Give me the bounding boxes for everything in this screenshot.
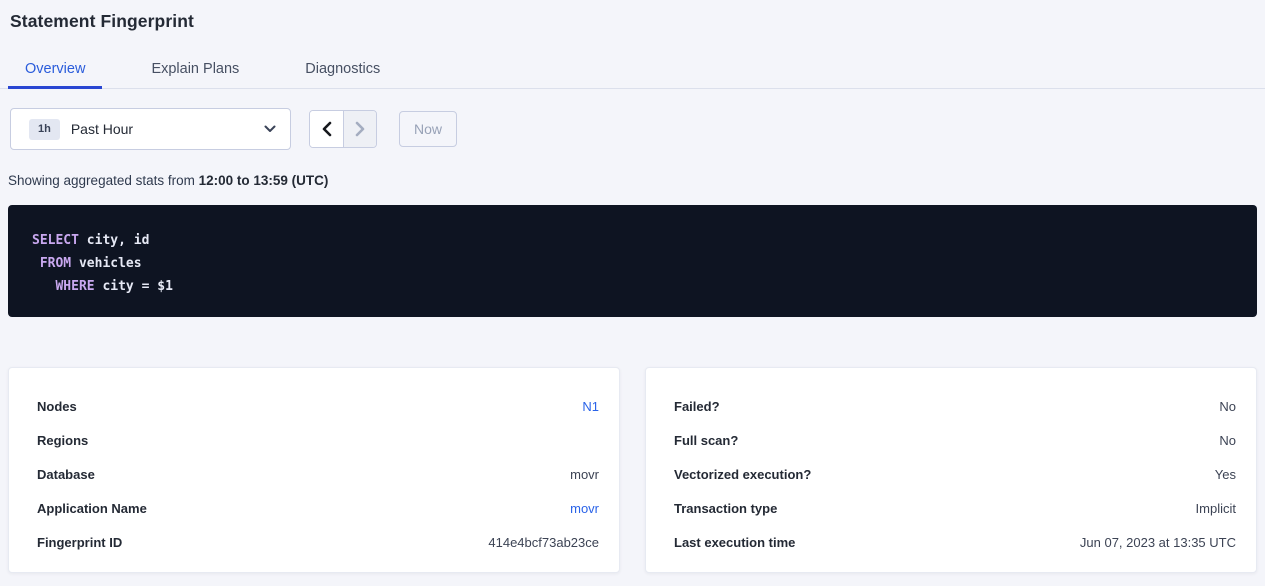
transaction-type-value: Implicit [1196, 501, 1236, 516]
tab-overview[interactable]: Overview [8, 61, 102, 89]
transaction-type-label: Transaction type [674, 501, 777, 516]
database-value: movr [570, 467, 599, 482]
time-interval-dropdown[interactable]: 1h Past Hour [10, 108, 291, 150]
full-scan-value: No [1219, 433, 1236, 448]
application-name-label: Application Name [37, 501, 147, 516]
nodes-value-link[interactable]: N1 [582, 399, 599, 414]
vectorized-execution-label: Vectorized execution? [674, 467, 811, 482]
regions-label: Regions [37, 433, 88, 448]
stats-prefix: Showing aggregated stats from [8, 173, 199, 188]
sql-keyword: FROM [40, 256, 71, 271]
failed-label: Failed? [674, 399, 720, 414]
prev-interval-button[interactable] [310, 111, 343, 147]
statement-details-card: NodesN1RegionsDatabasemovrApplication Na… [8, 367, 620, 573]
database-label: Database [37, 467, 95, 482]
full-scan-row: Full scan? No [674, 423, 1236, 457]
chevron-right-icon [355, 121, 366, 137]
full-scan-label: Full scan? [674, 433, 738, 448]
application-name-row: Application Name movr [37, 491, 599, 525]
execution-attributes-card: Failed? No Full scan? No Vectorized executio… [645, 367, 1257, 573]
sql-statement-box: SELECT city, id FROM vehicles WHERE city… [8, 205, 1257, 317]
last-execution-time-value: Jun 07, 2023 at 13:35 UTC [1080, 535, 1236, 550]
transaction-type-row: Transaction type Implicit [674, 491, 1236, 525]
time-interval-label: Past Hour [71, 121, 264, 137]
statement-fingerprint-page: Statement Fingerprint Overview Explain Pl… [0, 11, 1265, 586]
database-row: Database movr [37, 457, 599, 491]
nodes-label: Nodes [37, 399, 77, 414]
page-title: Statement Fingerprint [10, 11, 1265, 32]
tab-explain-plans[interactable]: Explain Plans [134, 61, 256, 89]
fingerprint-id-value: 414e4bcf73ab23ce [488, 535, 599, 550]
summary-cards: NodesN1RegionsDatabasemovrApplication Na… [8, 367, 1257, 573]
sql-text: city, id [79, 233, 149, 248]
fingerprint-id-label: Fingerprint ID [37, 535, 122, 550]
sql-keyword: SELECT [32, 233, 79, 248]
application-name-value-link[interactable]: movr [570, 501, 599, 516]
chevron-left-icon [321, 121, 332, 137]
time-controls: 1h Past Hour Now [10, 108, 1265, 150]
aggregated-stats-summary: Showing aggregated stats from 12:00 to 1… [8, 173, 1265, 188]
tab-bar: Overview Explain Plans Diagnostics [0, 61, 1265, 89]
sql-text: vehicles [71, 256, 141, 271]
sql-keyword: WHERE [55, 279, 94, 294]
sql-text [32, 256, 40, 271]
time-interval-badge: 1h [29, 119, 60, 140]
vectorized-execution-row: Vectorized execution? Yes [674, 457, 1236, 491]
sql-text [32, 279, 55, 294]
sql-statement-text: SELECT city, id FROM vehicles WHERE city… [32, 229, 1241, 298]
stats-range: 12:00 to 13:59 (UTC) [199, 173, 329, 188]
sql-text: city = $1 [95, 279, 173, 294]
last-execution-time-row: Last execution time Jun 07, 2023 at 13:35… [674, 525, 1236, 559]
now-button[interactable]: Now [399, 111, 457, 147]
fingerprint-id-row: Fingerprint ID 414e4bcf73ab23ce [37, 525, 599, 559]
regions-row: Regions [37, 423, 599, 457]
nodes-row: Nodes N1 [37, 389, 599, 423]
failed-row: Failed? No [674, 389, 1236, 423]
next-interval-button[interactable] [343, 111, 376, 147]
vectorized-execution-value: Yes [1215, 467, 1236, 482]
failed-value: No [1219, 399, 1236, 414]
tab-diagnostics[interactable]: Diagnostics [288, 61, 397, 89]
last-execution-time-label: Last execution time [674, 535, 795, 550]
time-range-nav [309, 110, 377, 148]
chevron-down-icon [264, 125, 276, 133]
